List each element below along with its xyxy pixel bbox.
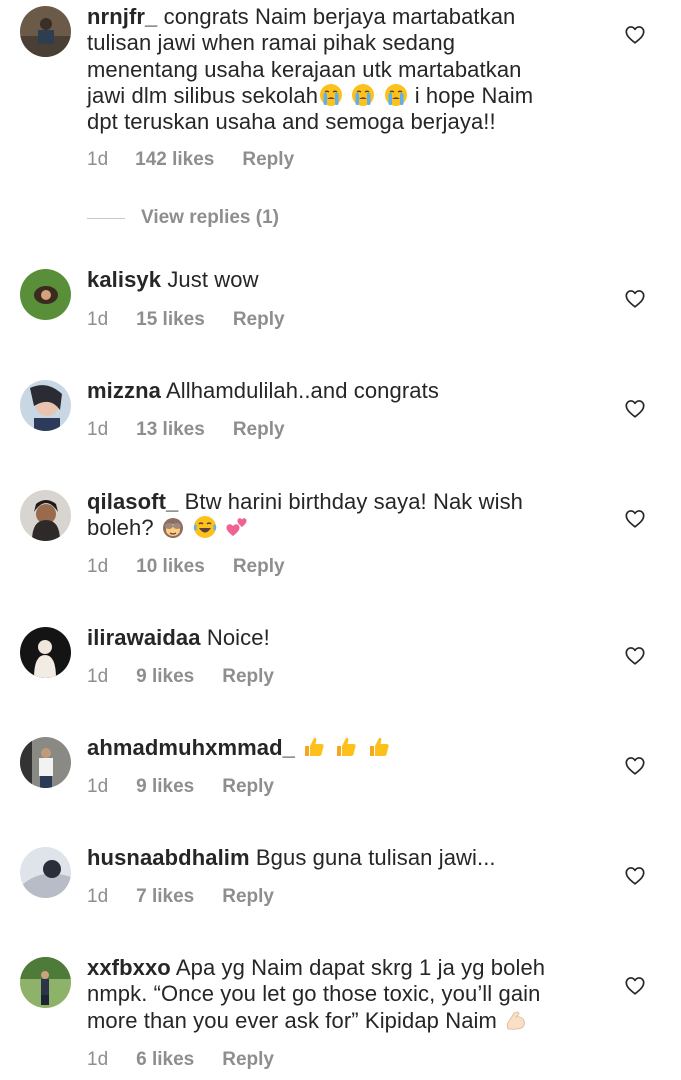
timestamp: 1d: [87, 419, 109, 440]
view-replies-button[interactable]: View replies (1): [87, 207, 279, 229]
likes-count[interactable]: 15 likes: [136, 309, 205, 331]
thumbs-up-icon: [367, 735, 391, 759]
comment-line: Noice!: [206, 625, 270, 650]
comment-text: ilirawaidaa Noice!: [87, 625, 587, 651]
comment-meta: 1d 13 likes Reply: [87, 419, 285, 441]
comment-meta: 1d 10 likes Reply: [87, 556, 285, 578]
likes-count[interactable]: 13 likes: [136, 419, 205, 441]
likes-count[interactable]: 6 likes: [136, 1049, 194, 1071]
heart-outline-icon[interactable]: [624, 645, 646, 667]
username[interactable]: husnaabdhalim: [87, 845, 250, 870]
comment-text: mizzna Allhamdulilah..and congrats: [87, 378, 587, 404]
timestamp: 1d: [87, 1049, 109, 1070]
likes-count[interactable]: 142 likes: [135, 149, 214, 171]
heart-outline-icon[interactable]: [624, 975, 646, 997]
avatar[interactable]: [20, 737, 71, 788]
comment-text: qilasoft_ Btw harini birthday saya! Nak …: [87, 489, 587, 542]
comment-line: Btw harini birthday saya! Nak wish: [184, 489, 524, 514]
comment-meta: 1d 7 likes Reply: [87, 886, 274, 908]
comment-meta: 1d 9 likes Reply: [87, 776, 274, 798]
username[interactable]: mizzna: [87, 378, 161, 403]
comment-text: ahmadmuhxmmad_: [87, 735, 587, 761]
reply-button[interactable]: Reply: [222, 666, 274, 688]
avatar[interactable]: [20, 269, 71, 320]
comment-line: jawi dlm silibus sekolah: [87, 82, 319, 108]
comment-meta: 1d 6 likes Reply: [87, 1049, 274, 1071]
timestamp: 1d: [87, 149, 109, 170]
heart-outline-icon[interactable]: [624, 865, 646, 887]
reply-button[interactable]: Reply: [222, 776, 274, 798]
comment-meta: 1d 15 likes Reply: [87, 309, 285, 331]
avatar[interactable]: [20, 380, 71, 431]
username[interactable]: kalisyk: [87, 267, 161, 292]
heart-outline-icon[interactable]: [624, 24, 646, 46]
comment-line: nmpk. “Once you let go those toxic, you’…: [87, 981, 541, 1007]
comment-line: menentang usaha kerajaan utk martabatkan: [87, 56, 522, 82]
timestamp: 1d: [87, 666, 109, 687]
likes-count[interactable]: 7 likes: [136, 886, 194, 908]
comment-meta: 1d 142 likes Reply: [87, 149, 294, 171]
heart-outline-icon[interactable]: [624, 398, 646, 420]
comment-line: more than you ever ask for” Kipidap Naim: [87, 1007, 497, 1033]
comment-text: nrnjfr_ congrats Naim berjaya martabatka…: [87, 4, 587, 135]
comment-text: xxfbxxo Apa yg Naim dapat skrg 1 ja yg b…: [87, 955, 587, 1034]
username[interactable]: ilirawaidaa: [87, 625, 201, 650]
likes-count[interactable]: 9 likes: [136, 776, 194, 798]
reply-button[interactable]: Reply: [233, 419, 285, 441]
loudly-crying-face-icon: [384, 83, 408, 107]
two-hearts-icon: [225, 515, 249, 539]
comment-meta: 1d 9 likes Reply: [87, 666, 274, 688]
heart-outline-icon[interactable]: [624, 755, 646, 777]
avatar[interactable]: [20, 6, 71, 57]
flexed-biceps-icon: [504, 1008, 528, 1032]
username[interactable]: xxfbxxo: [87, 955, 171, 980]
comment-line: Bgus guna tulisan jawi...: [255, 845, 496, 870]
comment-text: husnaabdhalim Bgus guna tulisan jawi...: [87, 845, 587, 871]
comment-text: kalisyk Just wow: [87, 267, 587, 293]
loudly-crying-face-icon: [319, 83, 343, 107]
timestamp: 1d: [87, 886, 109, 907]
reply-button[interactable]: Reply: [222, 1049, 274, 1071]
comment-line: tulisan jawi when ramai pihak sedang: [87, 30, 456, 56]
reply-button[interactable]: Reply: [242, 149, 294, 171]
thumbs-up-icon: [334, 735, 358, 759]
reply-button[interactable]: Reply: [233, 309, 285, 331]
likes-count[interactable]: 9 likes: [136, 666, 194, 688]
avatar[interactable]: [20, 847, 71, 898]
divider: [87, 217, 125, 219]
username[interactable]: nrnjfr_: [87, 4, 157, 29]
comment-line: Apa yg Naim dapat skrg 1 ja yg boleh: [175, 955, 546, 980]
avatar[interactable]: [20, 627, 71, 678]
loudly-crying-face-icon: [351, 83, 375, 107]
comment-line: Just wow: [167, 267, 259, 292]
comment-line: Allhamdulilah..and congrats: [165, 378, 439, 403]
avatar[interactable]: [20, 957, 71, 1008]
timestamp: 1d: [87, 309, 109, 330]
avatar[interactable]: [20, 490, 71, 541]
heart-outline-icon[interactable]: [624, 508, 646, 530]
username[interactable]: qilasoft_: [87, 489, 178, 514]
timestamp: 1d: [87, 776, 109, 797]
reply-button[interactable]: Reply: [233, 556, 285, 578]
timestamp: 1d: [87, 556, 109, 577]
comment-line: dpt teruskan usaha and semoga berjaya!!: [87, 109, 496, 135]
comment-line: congrats Naim berjaya martabatkan: [163, 4, 516, 29]
likes-count[interactable]: 10 likes: [136, 556, 205, 578]
comment-line: i hope Naim: [408, 82, 534, 108]
tears-of-joy-icon: [193, 515, 217, 539]
heart-outline-icon[interactable]: [624, 288, 646, 310]
comment-line: boleh?: [87, 515, 154, 541]
see-no-evil-monkey-icon: [161, 515, 185, 539]
thumbs-up-icon: [302, 735, 326, 759]
reply-button[interactable]: Reply: [222, 886, 274, 908]
view-replies-label: View replies (1): [141, 207, 279, 228]
username[interactable]: ahmadmuhxmmad_: [87, 735, 295, 760]
